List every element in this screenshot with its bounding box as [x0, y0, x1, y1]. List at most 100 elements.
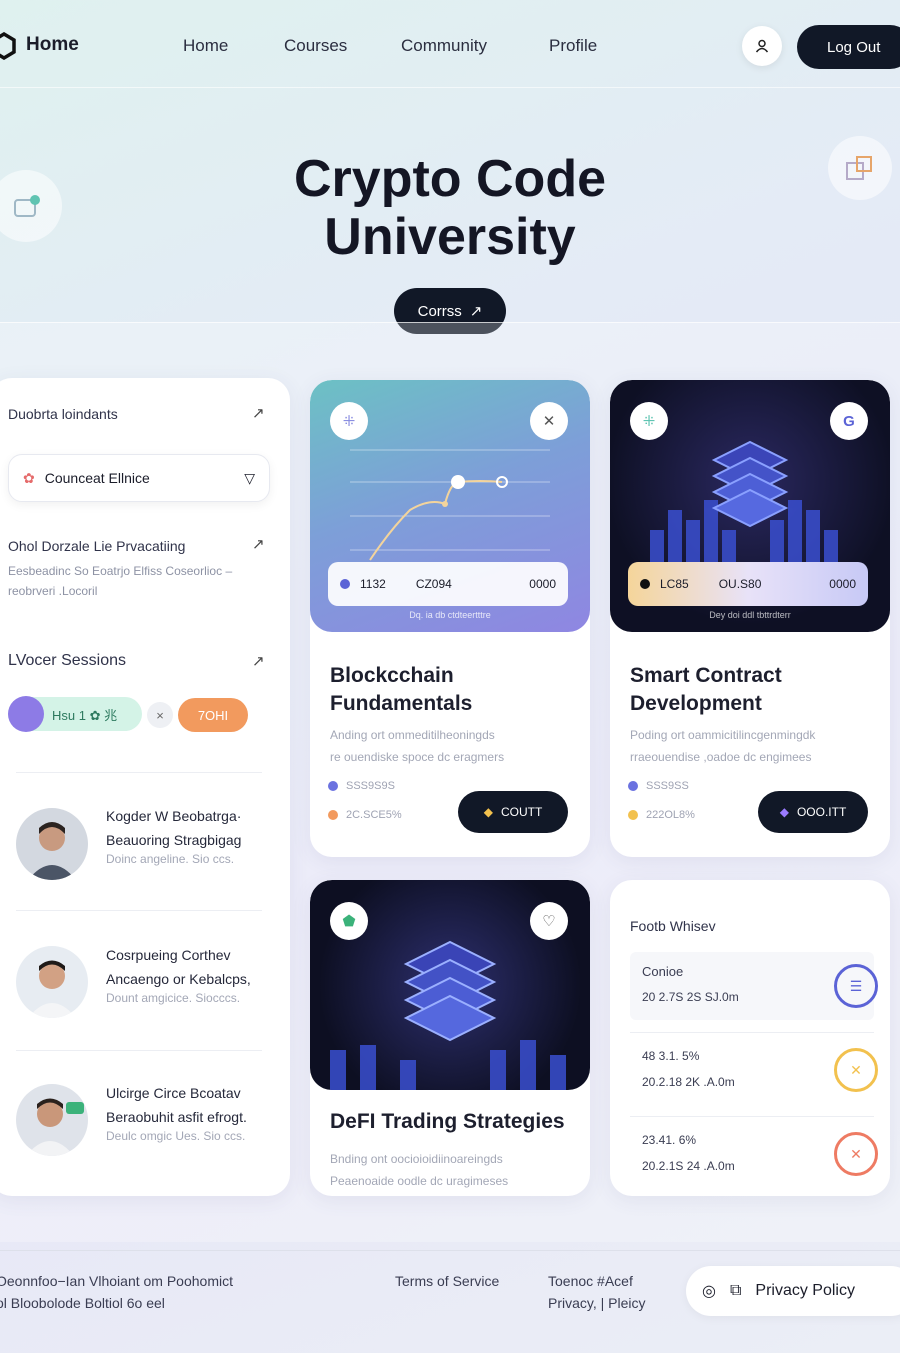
- title-line: Fundamentals: [330, 692, 473, 715]
- brand-g-icon[interactable]: G: [830, 402, 868, 440]
- hero-title: Crypto Code University: [150, 150, 750, 266]
- plus-icon[interactable]: ⁜: [630, 402, 668, 440]
- bar-value: 0000: [529, 577, 556, 591]
- user-icon[interactable]: [742, 26, 782, 66]
- avatar[interactable]: [16, 808, 88, 880]
- expand-arrow-icon[interactable]: ↗: [252, 404, 265, 422]
- session-subtitle: Beraobuhit asfit efrogt.: [106, 1109, 247, 1125]
- dropdown-value: Counceat Ellnice: [44, 470, 150, 486]
- close-icon[interactable]: ✕: [834, 1132, 878, 1176]
- bar-value: 1132: [360, 577, 386, 591]
- chart-illustration: ⁜ ✕ 1132 CZ094 0000 Dq. ia db ctdteerttt…: [310, 380, 590, 632]
- privacy-pill[interactable]: ◎ ⧉ Privacy Policy: [686, 1266, 900, 1316]
- course-card-defi[interactable]: ⬟ ♡ DeFI Trading Strategies Bnding ont o…: [310, 880, 590, 1196]
- divider: [16, 772, 262, 773]
- footer-link[interactable]: Privacy,: [548, 1295, 597, 1311]
- sidebar-section-title: Ohol Dorzale Lie Prvacatiing: [8, 538, 186, 554]
- chevron-down-icon: ▽: [244, 469, 255, 486]
- remove-tag-button[interactable]: ×: [147, 702, 173, 728]
- bar-value: 0000: [829, 577, 856, 591]
- price-bar: 1132 CZ094 0000: [328, 562, 568, 606]
- session-title: Ulcirge Circe Bcoatav: [106, 1085, 241, 1101]
- puzzle-icon: ✿: [23, 469, 35, 486]
- footer-link[interactable]: Toenoc #Acef: [548, 1270, 646, 1292]
- card-desc: Poding ort oammicitilincgenmingdk rraeou…: [630, 724, 815, 768]
- tag-label: Hsu 1 ✿ 兆: [52, 707, 118, 723]
- footer-line: Oeonnfoo−Ian Vlhoiant om Poohomict: [0, 1273, 233, 1289]
- stat-value: 2C.SCE5%: [346, 809, 402, 821]
- sidebar-section-desc: Eesbeadinc So Eoatrjo Elfiss Coseorlioc …: [8, 561, 278, 601]
- nav-link-profile[interactable]: Profile: [549, 36, 597, 56]
- session-item[interactable]: Kogder W Beobatrga· Beauoring Stragbigag…: [106, 804, 241, 866]
- sidebar-section-title: Duobrta loindants: [8, 406, 118, 422]
- bar-value: OU.S80: [718, 577, 762, 591]
- plus-icon[interactable]: ⁜: [330, 402, 368, 440]
- footer-divider: [0, 1250, 900, 1251]
- footer-line: ol Bloobolode Boltiol 6o eel: [0, 1295, 165, 1311]
- session-tag-green[interactable]: Hsu 1 ✿ 兆: [8, 696, 142, 732]
- card-title: DeFI Trading Strategies: [330, 1110, 565, 1133]
- nav-link-home[interactable]: Home: [183, 36, 228, 56]
- avatar[interactable]: [16, 946, 88, 1018]
- list-icon[interactable]: ☰: [834, 964, 878, 1008]
- chip-icon: [0, 170, 62, 242]
- session-subtitle: Beauoring Stragbigag: [106, 832, 242, 848]
- course-card-smart-contract[interactable]: ⁜ G LC85 OU.S80 0000 Dey doi ddl tbttrdt…: [610, 380, 890, 857]
- bar-caption: Dey doi ddl tbttrdterr: [709, 610, 791, 620]
- stat-row: 222OL8%: [628, 809, 695, 821]
- privacy-link[interactable]: Privacy Policy: [755, 1282, 855, 1300]
- dot-icon: [628, 810, 638, 820]
- bar-caption: Dq. ia db ctdteertttre: [409, 610, 491, 620]
- close-icon[interactable]: ✕: [530, 402, 568, 440]
- stat-label: 48 3.1. 5%: [642, 1049, 700, 1063]
- footer-links: Toenoc #Acef Privacy, | Pleicy: [548, 1270, 646, 1314]
- terms-link[interactable]: Terms of Service: [395, 1270, 499, 1292]
- course-card-blockchain[interactable]: ⁜ ✕ 1132 CZ094 0000 Dq. ia db ctdteerttt…: [310, 380, 590, 857]
- logo-icon[interactable]: [0, 32, 16, 60]
- desc-line: Eesbeadinc So Eoatrjo Elfiss Coseorlioc …: [8, 564, 233, 578]
- session-item[interactable]: Cosrpueing Corthev Ancaengo or Kebalcps,…: [106, 943, 251, 1005]
- expand-arrow-icon[interactable]: ↗: [252, 652, 265, 670]
- brand-home-link[interactable]: Home: [26, 34, 79, 56]
- card-desc: Bnding ont oocioioidiinoareingds Peaenoa…: [330, 1148, 508, 1192]
- footer-text: Oeonnfoo−Ian Vlhoiant om Poohomict ol Bl…: [0, 1270, 233, 1314]
- divider: [16, 1050, 262, 1051]
- desc-line: Peaenoaide oodle dc uragimeses: [330, 1174, 509, 1188]
- avatar: [8, 696, 44, 732]
- session-subtitle: Ancaengo or Kebalcps,: [106, 971, 251, 987]
- panel-title: Footb Whisev: [630, 918, 716, 934]
- status-dot-icon: [640, 579, 650, 589]
- share-icon[interactable]: ⧉: [730, 1282, 741, 1300]
- footer-link[interactable]: Pleicy: [608, 1295, 645, 1311]
- stat-value: 20.2.18 2K .A.0m: [642, 1075, 735, 1089]
- title-line: Smart Contract: [630, 664, 782, 687]
- nav-link-courses[interactable]: Courses: [284, 36, 347, 56]
- session-item[interactable]: Ulcirge Circe Bcoatav Beraobuhit asfit e…: [106, 1081, 247, 1143]
- hero-title-line1: Crypto Code: [294, 150, 606, 208]
- course-dropdown[interactable]: ✿ Counceat Ellnice ▽: [8, 454, 270, 502]
- session-tag-orange[interactable]: 7OHI: [178, 698, 248, 732]
- status-dot-icon: [340, 579, 350, 589]
- price-bar: LC85 OU.S80 0000: [628, 562, 868, 606]
- bar-value: LC85: [660, 577, 689, 591]
- desc-line: Bnding ont oocioioidiinoareingds: [330, 1152, 503, 1166]
- nav-link-community[interactable]: Community: [401, 36, 487, 56]
- session-meta: Deulc omgic Ues. Sio ccs.: [106, 1129, 246, 1143]
- shield-icon[interactable]: ⬟: [330, 902, 368, 940]
- enroll-button[interactable]: ◆ COUTT: [458, 791, 568, 833]
- heart-icon[interactable]: ♡: [530, 902, 568, 940]
- desc-line: Anding ort ommeditilheoningds: [330, 728, 495, 742]
- logout-button[interactable]: Log Out: [797, 25, 900, 69]
- hero-button-label: Corrss: [417, 302, 462, 320]
- globe-icon[interactable]: ◎: [702, 1281, 716, 1301]
- avatar[interactable]: [16, 1084, 88, 1156]
- stat-value: SSS9SS: [646, 780, 689, 792]
- close-icon[interactable]: ✕: [834, 1048, 878, 1092]
- blockchain-illustration: ⁜ G LC85 OU.S80 0000 Dey doi ddl tbttrdt…: [610, 380, 890, 632]
- defi-illustration: ⬟ ♡: [310, 880, 590, 1090]
- title-line: Blockcchain: [330, 664, 454, 687]
- button-label: COUTT: [500, 805, 543, 819]
- enroll-button[interactable]: ◆ OOO.ITT: [758, 791, 868, 833]
- expand-arrow-icon[interactable]: ↗: [252, 535, 265, 553]
- card-desc: Anding ort ommeditilheoningds re ouendis…: [330, 724, 504, 768]
